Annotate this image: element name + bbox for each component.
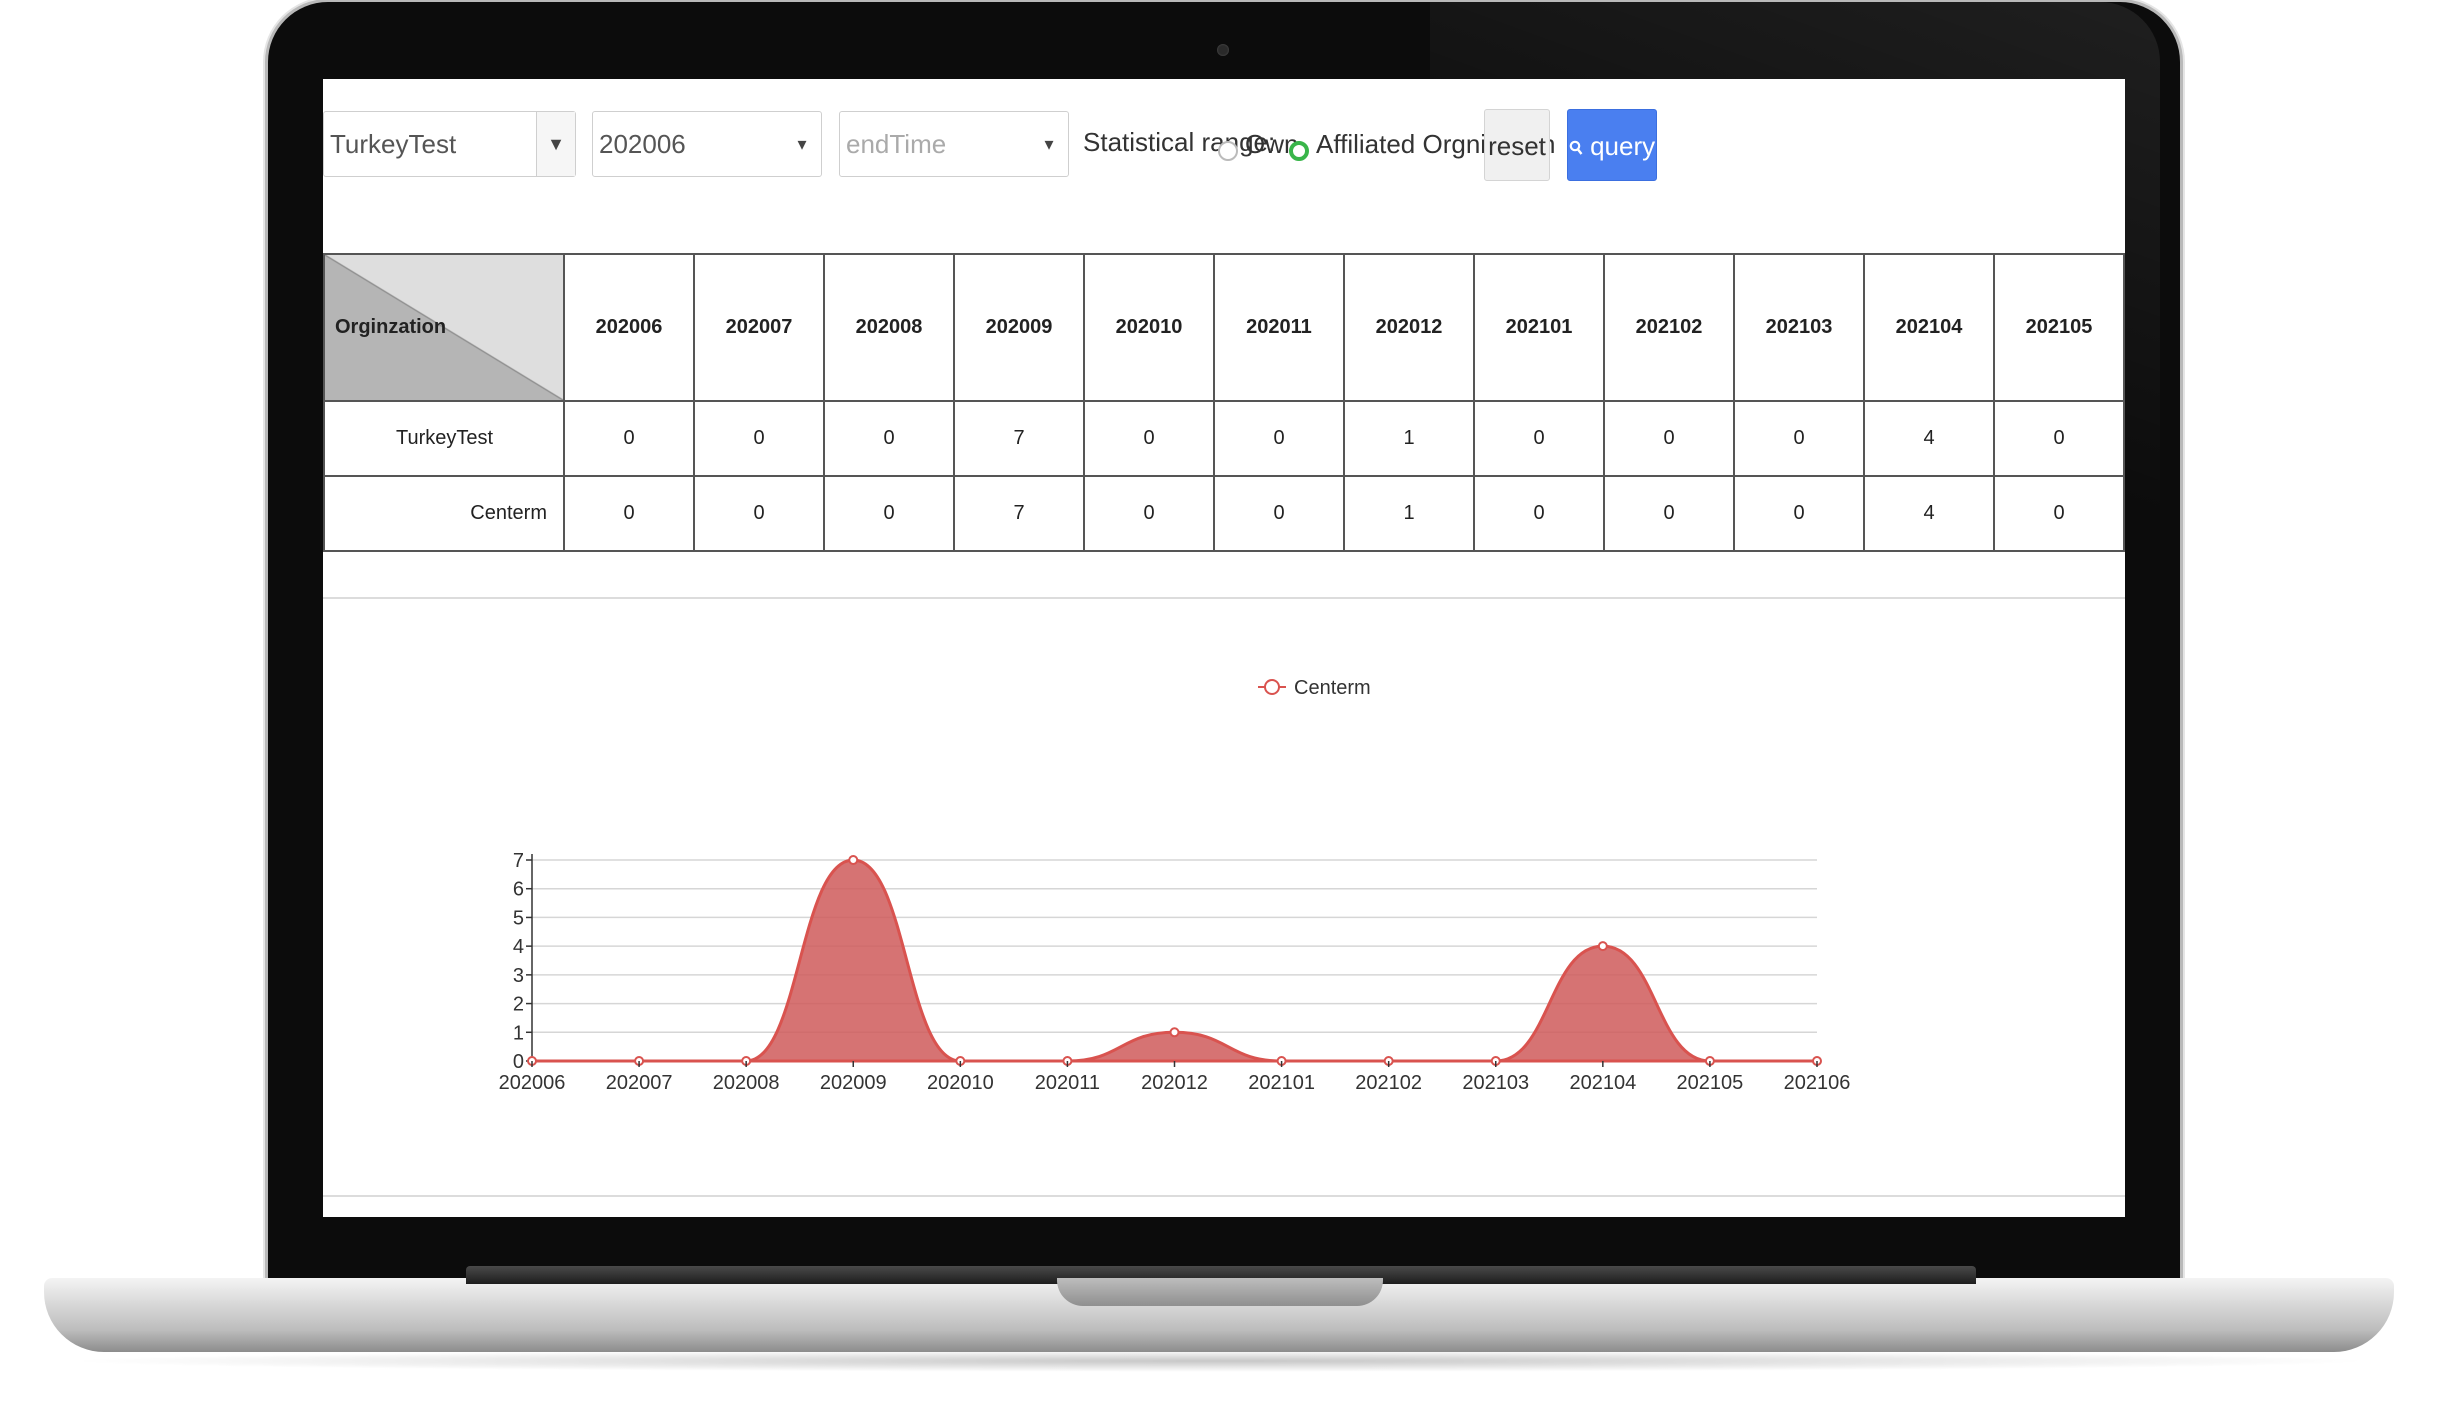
end-time-placeholder: endTime <box>846 129 947 159</box>
end-time-select[interactable]: endTime ▾ <box>839 111 1069 177</box>
dropdown-arrow-icon[interactable]: ▼ <box>536 112 575 176</box>
chevron-down-icon: ▾ <box>797 134 807 154</box>
x-tick-label: 202006 <box>499 1072 566 1094</box>
table-header-row: Orginzation 202006 202007 202008 202009 2020… <box>323 253 2125 402</box>
table-cell: 0 <box>1083 400 1215 477</box>
table-cell: 0 <box>1213 400 1345 477</box>
column-header-202007: 202007 <box>693 253 825 402</box>
row-organization-name: TurkeyTest <box>323 400 565 477</box>
radio-own[interactable] <box>1218 141 1238 161</box>
x-tick-label: 202008 <box>713 1072 780 1094</box>
table-cell: 0 <box>1213 475 1345 552</box>
x-tick-label: 202007 <box>606 1072 673 1094</box>
table-cell: 0 <box>1083 475 1215 552</box>
laptop-shadow <box>60 1350 2380 1372</box>
app-screen: TurkeyTest ▼ 202006 ▾ endTime ▾ Statisti… <box>323 79 2125 1217</box>
column-header-202011: 202011 <box>1213 253 1345 402</box>
x-tick-label: 202103 <box>1462 1072 1529 1094</box>
table-cell: 0 <box>1603 475 1735 552</box>
table-cell: 0 <box>1473 475 1605 552</box>
table-cell: 0 <box>1993 475 2125 552</box>
table-cell: 0 <box>693 475 825 552</box>
y-tick-label: 5 <box>513 907 524 929</box>
organization-select[interactable]: TurkeyTest ▼ <box>323 111 576 177</box>
table-row: TurkeyTest 0 0 0 7 0 0 1 0 0 0 4 0 <box>323 400 2125 477</box>
x-tick-label: 202010 <box>927 1072 994 1094</box>
table-cell: 1 <box>1343 475 1475 552</box>
x-tick-label: 202105 <box>1677 1072 1744 1094</box>
y-tick-label: 0 <box>513 1051 524 1073</box>
table-cell: 0 <box>1603 400 1735 477</box>
query-button[interactable]: query <box>1567 109 1657 181</box>
table-cell: 4 <box>1863 400 1995 477</box>
table-body: TurkeyTest 0 0 0 7 0 0 1 0 0 0 4 0 Centerm 0 0 0 7 0 0 1 0 0 0 4… <box>323 400 2125 552</box>
search-icon <box>1569 140 1583 155</box>
y-tick-label: 1 <box>513 1022 524 1044</box>
row-organization-name: Centerm <box>323 475 565 552</box>
y-tick-label: 4 <box>513 936 524 958</box>
start-time-value: 202006 <box>599 129 686 159</box>
start-time-select[interactable]: 202006 ▾ <box>592 111 822 177</box>
area-chart: 0 1 2 3 4 5 6 7 202006 202007 202008 202009 202010 20… <box>499 677 1851 1094</box>
legend-marker <box>1264 679 1280 695</box>
table-cell: 7 <box>953 400 1085 477</box>
table-cell: 0 <box>563 400 695 477</box>
x-tick-label: 202106 <box>1784 1072 1851 1094</box>
table-cell: 0 <box>1473 400 1605 477</box>
column-header-202101: 202101 <box>1473 253 1605 402</box>
column-header-202010: 202010 <box>1083 253 1215 402</box>
column-header-202104: 202104 <box>1863 253 1995 402</box>
table-cell: 0 <box>823 400 955 477</box>
x-tick-label: 202011 <box>1035 1072 1100 1094</box>
table-row: Centerm 0 0 0 7 0 0 1 0 0 0 4 0 <box>323 475 2125 552</box>
webcam <box>1217 44 1229 56</box>
legend-label-centerm: Centerm <box>1294 677 1371 699</box>
y-tick-label: 7 <box>513 850 524 872</box>
data-point <box>848 855 859 865</box>
query-button-label: query <box>1590 131 1656 161</box>
filter-toolbar: TurkeyTest ▼ 202006 ▾ endTime ▾ Statisti… <box>323 107 2125 181</box>
column-header-202006: 202006 <box>563 253 695 402</box>
x-tick-label: 202102 <box>1355 1072 1422 1094</box>
reset-button[interactable]: reset <box>1484 109 1550 181</box>
y-tick-label: 3 <box>513 965 524 987</box>
table-cell: 0 <box>563 475 695 552</box>
data-point <box>1169 1027 1180 1038</box>
x-tick-label: 202009 <box>820 1072 887 1094</box>
section-divider <box>323 597 2125 599</box>
radio-affiliated-organization[interactable] <box>1289 141 1309 161</box>
x-tick-label: 202101 <box>1248 1072 1315 1094</box>
table-cell: 0 <box>1993 400 2125 477</box>
column-header-202102: 202102 <box>1603 253 1735 402</box>
y-tick-label: 2 <box>513 994 524 1016</box>
table-cell: 0 <box>1733 400 1865 477</box>
column-header-202008: 202008 <box>823 253 955 402</box>
column-header-202012: 202012 <box>1343 253 1475 402</box>
table-cell: 4 <box>1863 475 1995 552</box>
table-cell: 0 <box>823 475 955 552</box>
organization-select-value: TurkeyTest <box>330 129 457 159</box>
laptop-notch <box>1057 1278 1383 1306</box>
table-cell: 0 <box>693 400 825 477</box>
chevron-down-icon: ▾ <box>1044 134 1054 154</box>
section-divider <box>323 1195 2125 1197</box>
reset-button-label: reset <box>1488 131 1546 161</box>
table-cell: 1 <box>1343 400 1475 477</box>
column-header-202009: 202009 <box>953 253 1085 402</box>
table-cell: 7 <box>953 475 1085 552</box>
x-tick-label: 202012 <box>1141 1072 1208 1094</box>
table-cell: 0 <box>1733 475 1865 552</box>
data-point <box>1597 941 1608 952</box>
organization-column-header: Orginzation <box>323 253 565 402</box>
x-tick-label: 202104 <box>1569 1072 1636 1094</box>
column-header-202103: 202103 <box>1733 253 1865 402</box>
statistics-table: Orginzation 202006 202007 202008 202009 2020… <box>323 253 2125 552</box>
column-header-202105: 202105 <box>1993 253 2125 402</box>
y-tick-label: 6 <box>513 879 524 901</box>
